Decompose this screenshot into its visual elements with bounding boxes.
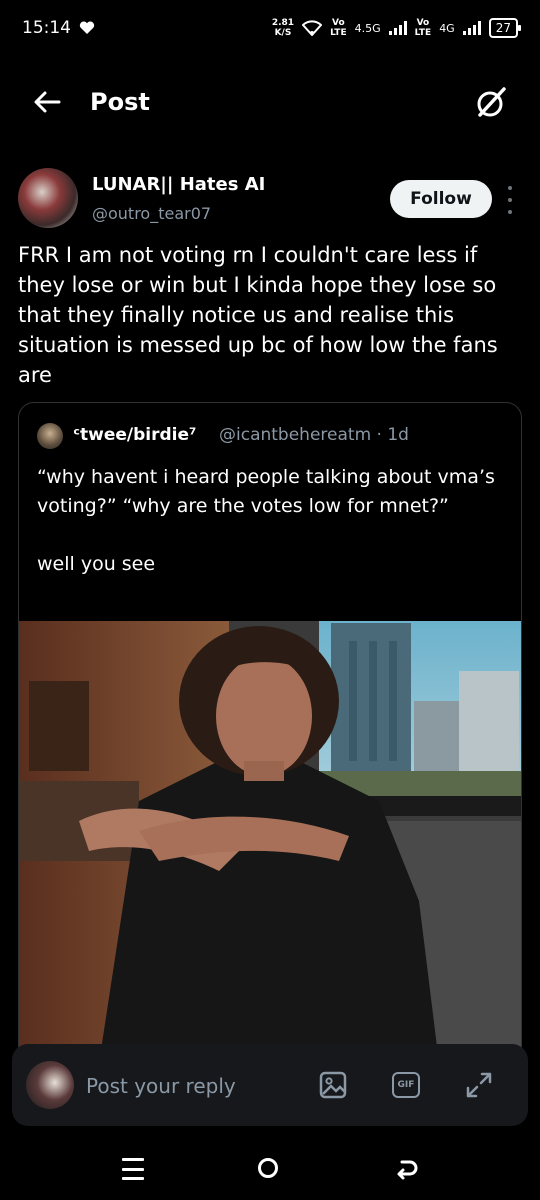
grok-icon[interactable]: [474, 86, 508, 120]
status-right: 2.81 K/S Vo LTE 4.5G Vo LTE 4G 27: [271, 18, 522, 38]
quoted-author-avatar: [37, 423, 63, 449]
quoted-post[interactable]: ᶜtwee/birdie⁷ @icantbehereatm · 1d “why …: [18, 402, 522, 1062]
post-text: FRR I am not voting rn I couldn't care l…: [18, 243, 498, 387]
clock: 15:14: [22, 18, 71, 38]
signal-bars-icon: [388, 21, 407, 35]
network-type-2: 4G: [439, 21, 455, 35]
reply-input[interactable]: [84, 1070, 288, 1102]
system-nav-bar: [0, 1140, 540, 1200]
image-icon[interactable]: [318, 1070, 348, 1100]
author-handle[interactable]: @outro_tear07: [92, 204, 211, 223]
author-display-name[interactable]: LUNAR|| Hates AI: [92, 174, 265, 195]
media-image: [19, 621, 521, 1061]
gif-icon[interactable]: GIF: [392, 1072, 420, 1098]
network-speed: 2.81 K/S: [271, 18, 295, 38]
top-bar: Post: [0, 72, 540, 132]
network-type-1: 4.5G: [354, 21, 381, 35]
quoted-post-text: “why havent i heard people talking about…: [37, 466, 495, 575]
author-avatar[interactable]: [18, 168, 78, 228]
arrow-left-icon[interactable]: [32, 87, 62, 117]
recents-icon[interactable]: [122, 1158, 144, 1180]
quoted-media[interactable]: [19, 621, 521, 1061]
back-gesture-icon[interactable]: [394, 1156, 420, 1182]
my-avatar: [26, 1061, 74, 1109]
status-left: 15:14: [22, 18, 95, 38]
more-vertical-icon[interactable]: [504, 186, 516, 214]
heart-icon: [79, 21, 95, 34]
quoted-author-handle-time: @icantbehereatm · 1d: [219, 425, 409, 445]
status-bar: 15:14 2.81 K/S Vo LTE 4.5G Vo LTE 4G 27: [0, 0, 540, 56]
follow-button[interactable]: Follow: [390, 180, 492, 218]
battery-icon: 27: [488, 18, 522, 38]
reply-bar: GIF: [12, 1044, 528, 1126]
wifi-icon: [302, 20, 323, 36]
volte-1: Vo LTE: [330, 18, 347, 38]
expand-icon[interactable]: [464, 1070, 494, 1100]
battery-level: 27: [495, 21, 511, 35]
page-title: Post: [90, 88, 150, 116]
volte-2: Vo LTE: [414, 18, 432, 38]
home-circle-icon[interactable]: [258, 1158, 278, 1178]
signal-bars-icon-2: [462, 21, 481, 35]
quoted-author-name: ᶜtwee/birdie⁷: [73, 425, 197, 445]
